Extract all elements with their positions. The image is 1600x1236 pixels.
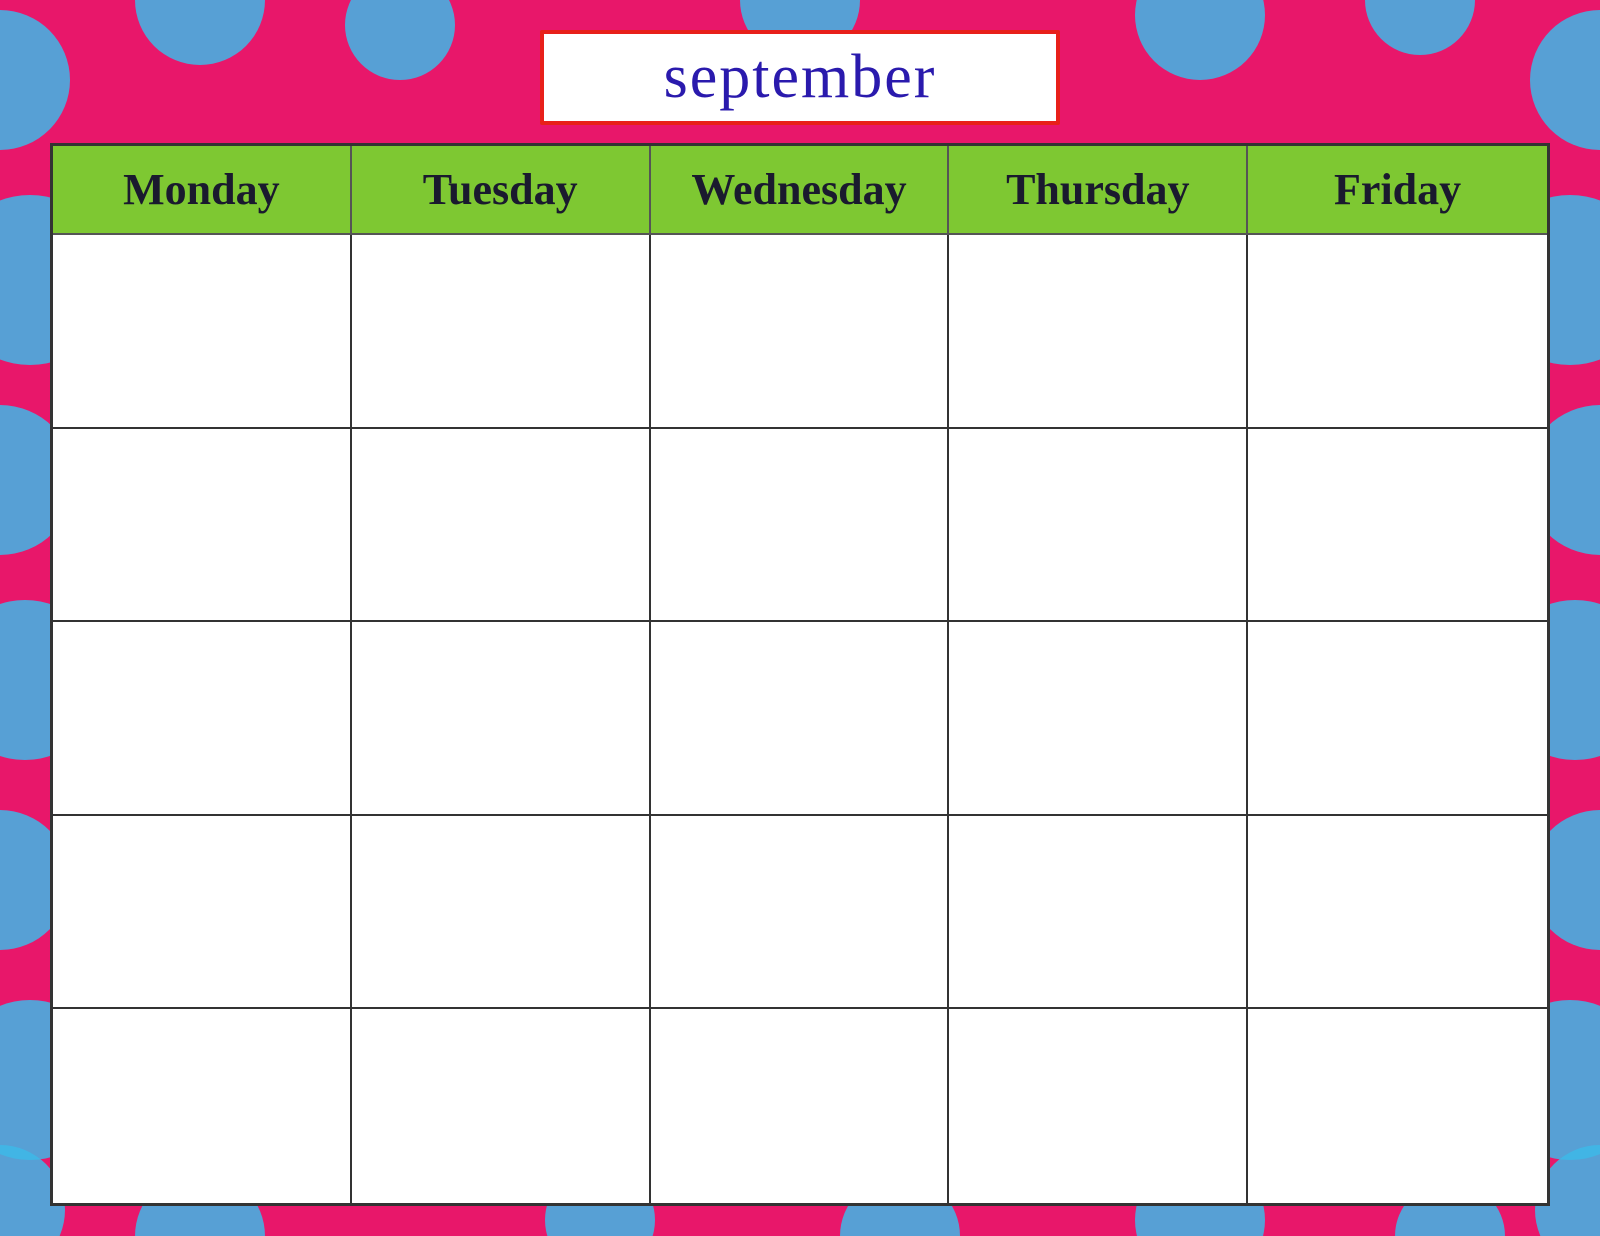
- header-tuesday: Tuesday: [352, 146, 651, 235]
- cell-2-4[interactable]: [949, 429, 1248, 623]
- header-monday: Monday: [53, 146, 352, 235]
- calendar-row-1: [53, 235, 1547, 429]
- cell-5-5[interactable]: [1248, 1009, 1547, 1203]
- cell-2-3[interactable]: [651, 429, 950, 623]
- cell-1-2[interactable]: [352, 235, 651, 429]
- calendar-row-5: [53, 1009, 1547, 1203]
- calendar: Monday Tuesday Wednesday Thursday Friday: [50, 143, 1550, 1206]
- cell-3-5[interactable]: [1248, 622, 1547, 816]
- cell-4-3[interactable]: [651, 816, 950, 1010]
- calendar-body: [53, 235, 1547, 1203]
- cell-1-1[interactable]: [53, 235, 352, 429]
- cell-4-5[interactable]: [1248, 816, 1547, 1010]
- cell-2-5[interactable]: [1248, 429, 1547, 623]
- cell-1-3[interactable]: [651, 235, 950, 429]
- cell-5-3[interactable]: [651, 1009, 950, 1203]
- header-wednesday: Wednesday: [651, 146, 950, 235]
- month-title: september: [664, 43, 937, 111]
- cell-4-4[interactable]: [949, 816, 1248, 1010]
- calendar-header: Monday Tuesday Wednesday Thursday Friday: [53, 146, 1547, 235]
- cell-2-2[interactable]: [352, 429, 651, 623]
- page-container: september Monday Tuesday Wednesday Thurs…: [0, 0, 1600, 1236]
- calendar-row-4: [53, 816, 1547, 1010]
- cell-1-4[interactable]: [949, 235, 1248, 429]
- cell-1-5[interactable]: [1248, 235, 1547, 429]
- header-friday: Friday: [1248, 146, 1547, 235]
- cell-4-2[interactable]: [352, 816, 651, 1010]
- cell-2-1[interactable]: [53, 429, 352, 623]
- header-thursday: Thursday: [949, 146, 1248, 235]
- calendar-row-3: [53, 622, 1547, 816]
- cell-3-1[interactable]: [53, 622, 352, 816]
- cell-4-1[interactable]: [53, 816, 352, 1010]
- month-title-box: september: [540, 30, 1060, 125]
- cell-5-1[interactable]: [53, 1009, 352, 1203]
- cell-3-2[interactable]: [352, 622, 651, 816]
- cell-3-3[interactable]: [651, 622, 950, 816]
- calendar-row-2: [53, 429, 1547, 623]
- cell-5-4[interactable]: [949, 1009, 1248, 1203]
- cell-3-4[interactable]: [949, 622, 1248, 816]
- cell-5-2[interactable]: [352, 1009, 651, 1203]
